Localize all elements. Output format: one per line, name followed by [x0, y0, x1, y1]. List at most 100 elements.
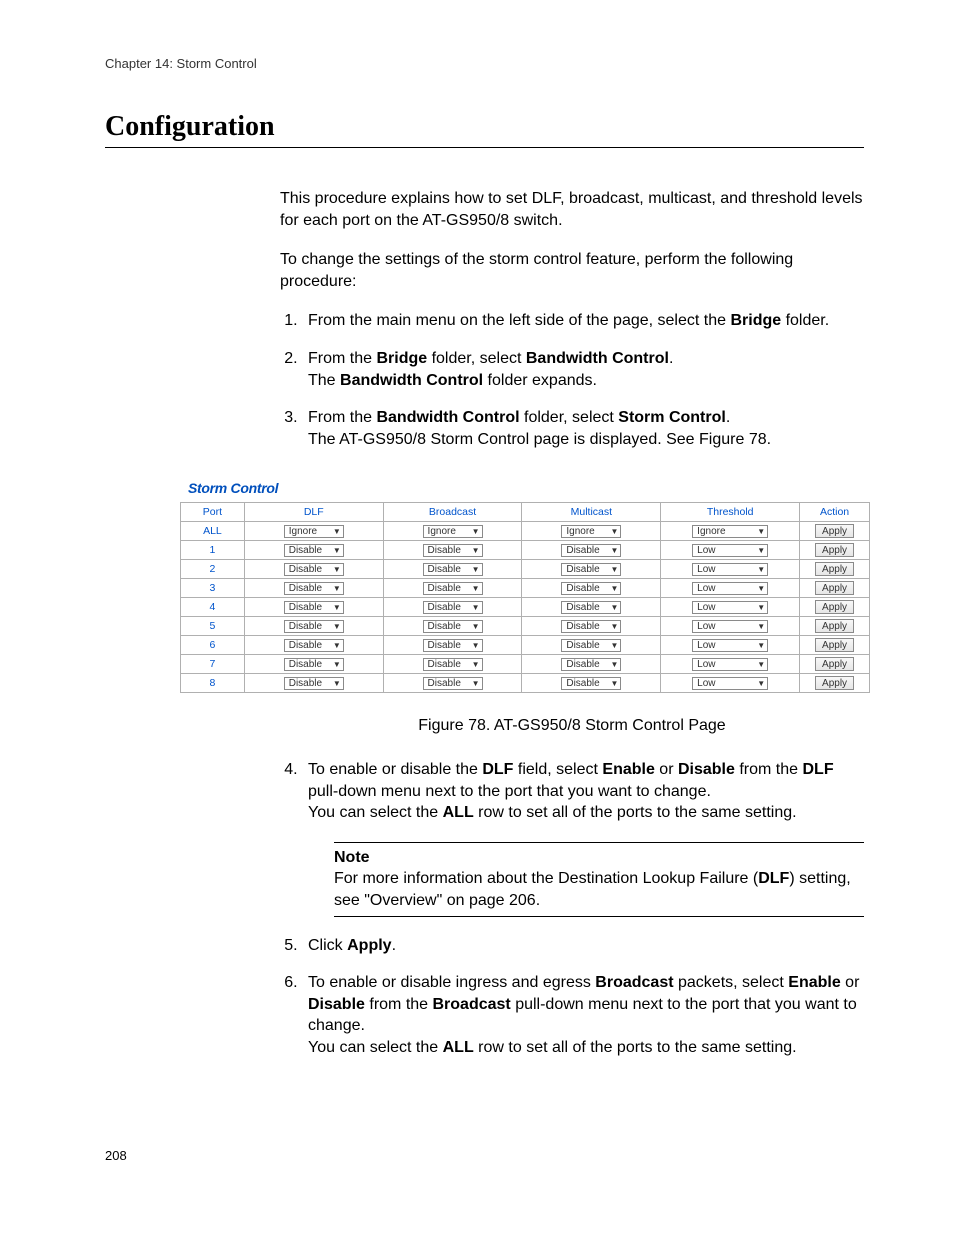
multicast-dropdown[interactable]: Disable ▼: [561, 658, 621, 671]
apply-button[interactable]: Apply: [815, 676, 854, 690]
threshold-dropdown[interactable]: Low▼: [692, 658, 768, 671]
dropdown-value: Ignore: [697, 526, 725, 537]
dropdown-value: Disable: [289, 545, 322, 556]
section-title: Configuration: [105, 111, 864, 143]
apply-button[interactable]: Apply: [815, 600, 854, 614]
port-cell: 4: [181, 598, 245, 617]
action-cell: Apply: [800, 617, 870, 636]
multicast-dropdown[interactable]: Disable▼: [561, 639, 621, 652]
threshold-cell: Low▼: [661, 617, 800, 636]
step-text: From the: [308, 350, 376, 367]
chevron-down-icon: ▼: [472, 527, 480, 536]
apply-button[interactable]: Apply: [815, 638, 854, 652]
port-cell: 2: [181, 560, 245, 579]
step-text: .: [392, 937, 396, 954]
action-cell: Apply: [800, 579, 870, 598]
action-cell: Apply: [800, 522, 870, 541]
apply-button[interactable]: Apply: [815, 524, 854, 538]
broadcast-dropdown[interactable]: Disable▼: [423, 582, 483, 595]
step-text: or: [841, 974, 860, 991]
threshold-cell: Low▼: [661, 655, 800, 674]
broadcast-cell: Ignore ▼: [383, 522, 522, 541]
apply-button[interactable]: Apply: [815, 619, 854, 633]
chevron-down-icon: ▼: [610, 660, 618, 669]
broadcast-dropdown[interactable]: Disable▼: [423, 677, 483, 690]
multicast-dropdown[interactable]: Disable▼: [561, 620, 621, 633]
dlf-dropdown[interactable]: Disable▼: [284, 620, 344, 633]
dropdown-value: Low: [697, 602, 715, 613]
dlf-cell: Disable▼: [244, 617, 383, 636]
threshold-dropdown[interactable]: Low▼: [692, 544, 768, 557]
dropdown-value: Low: [697, 640, 715, 651]
multicast-dropdown[interactable]: Ignore▼: [561, 525, 621, 538]
threshold-dropdown[interactable]: Low ▼: [692, 639, 768, 652]
multicast-cell: Disable▼: [522, 598, 661, 617]
storm-control-bold: Storm Control: [618, 409, 726, 426]
table-row: 3Disable▼Disable▼Disable▼Low▼Apply: [181, 579, 870, 598]
dropdown-value: Ignore: [566, 526, 594, 537]
apply-button[interactable]: Apply: [815, 581, 854, 595]
multicast-dropdown[interactable]: Disable▼: [561, 677, 621, 690]
port-cell: 8: [181, 674, 245, 693]
chevron-down-icon: ▼: [757, 565, 765, 574]
dlf-dropdown[interactable]: Ignore▼: [284, 525, 344, 538]
dropdown-value: Disable: [566, 659, 599, 670]
dlf-dropdown[interactable]: Disable▼: [284, 601, 344, 614]
broadcast-bold: Broadcast: [595, 974, 673, 991]
bandwidth-bold: Bandwidth Control: [340, 372, 483, 389]
multicast-dropdown[interactable]: Disable▼: [561, 582, 621, 595]
threshold-dropdown[interactable]: Low▼: [692, 601, 768, 614]
multicast-dropdown[interactable]: Disable▼: [561, 544, 621, 557]
dlf-cell: Disable▼: [244, 560, 383, 579]
dlf-dropdown[interactable]: Disable▼: [284, 658, 344, 671]
action-cell: Apply: [800, 598, 870, 617]
col-threshold: Threshold: [661, 503, 800, 522]
threshold-dropdown[interactable]: Ignore▼: [692, 525, 768, 538]
threshold-dropdown[interactable]: Low▼: [692, 677, 768, 690]
threshold-dropdown[interactable]: Low▼: [692, 582, 768, 595]
dropdown-value: Disable: [428, 583, 461, 594]
step-text: row to set all of the ports to the same …: [474, 804, 797, 821]
chevron-down-icon: ▼: [610, 603, 618, 612]
dlf-cell: Ignore▼: [244, 522, 383, 541]
broadcast-dropdown[interactable]: Disable▼: [423, 620, 483, 633]
apply-button[interactable]: Apply: [815, 543, 854, 557]
step-text: row to set all of the ports to the same …: [474, 1039, 797, 1056]
broadcast-dropdown[interactable]: Disable▼: [423, 658, 483, 671]
step-1: From the main menu on the left side of t…: [302, 310, 864, 332]
chevron-down-icon: ▼: [610, 565, 618, 574]
figure-78: Storm Control Port DLF Broadcast Multica…: [180, 480, 864, 693]
broadcast-cell: Disable▼: [383, 617, 522, 636]
broadcast-dropdown[interactable]: Disable▼: [423, 544, 483, 557]
multicast-dropdown[interactable]: Disable▼: [561, 563, 621, 576]
chevron-down-icon: ▼: [472, 660, 480, 669]
step-text: folder expands.: [483, 372, 597, 389]
threshold-dropdown[interactable]: Low▼: [692, 620, 768, 633]
broadcast-dropdown[interactable]: Ignore ▼: [423, 525, 483, 538]
step-text: To enable or disable the: [308, 761, 482, 778]
chevron-down-icon: ▼: [757, 546, 765, 555]
broadcast-cell: Disable▼: [383, 674, 522, 693]
multicast-cell: Disable▼: [522, 617, 661, 636]
chevron-down-icon: ▼: [333, 603, 341, 612]
threshold-dropdown[interactable]: Low▼: [692, 563, 768, 576]
step-text: field, select: [513, 761, 602, 778]
step-text: folder.: [781, 312, 829, 329]
chevron-down-icon: ▼: [757, 641, 765, 650]
broadcast-dropdown[interactable]: Disable▼: [423, 601, 483, 614]
broadcast-dropdown[interactable]: Disable▼: [423, 563, 483, 576]
dlf-dropdown[interactable]: Disable▼: [284, 582, 344, 595]
multicast-dropdown[interactable]: Disable▼: [561, 601, 621, 614]
dropdown-value: Ignore: [428, 526, 456, 537]
note-text-span: For more information about the Destinati…: [334, 870, 758, 887]
table-row: 6Disable▼Disable▼Disable▼Low▼Apply: [181, 636, 870, 655]
page-number: 208: [105, 1148, 864, 1163]
apply-button[interactable]: Apply: [815, 562, 854, 576]
dlf-dropdown[interactable]: Disable▼: [284, 563, 344, 576]
apply-button[interactable]: Apply: [815, 657, 854, 671]
broadcast-dropdown[interactable]: Disable▼: [423, 639, 483, 652]
dlf-dropdown[interactable]: Disable▼: [284, 639, 344, 652]
dlf-dropdown[interactable]: Disable▼: [284, 544, 344, 557]
dlf-dropdown[interactable]: Disable▼: [284, 677, 344, 690]
dropdown-value: Low: [697, 583, 715, 594]
